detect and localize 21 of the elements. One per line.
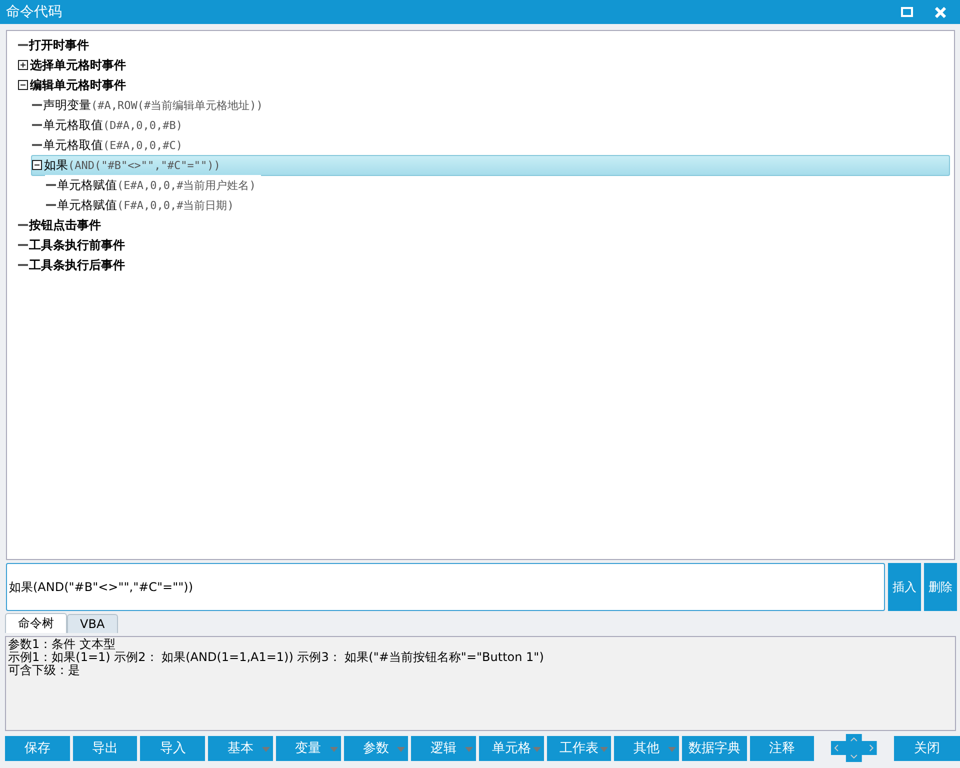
maximize-icon[interactable] bbox=[901, 7, 913, 17]
command-field[interactable]: 如果(AND("#B"<>"","#C"="")) bbox=[6, 563, 885, 611]
window-title: 命令代码 bbox=[6, 3, 62, 21]
caret-icon bbox=[668, 746, 676, 752]
tree-item[interactable]: 如果(AND("#B"<>"","#C"="")) bbox=[31, 154, 950, 176]
tab[interactable]: VBA bbox=[67, 614, 118, 633]
caret-icon bbox=[330, 746, 338, 752]
tab[interactable]: 命令树 bbox=[5, 613, 67, 633]
collapse-icon[interactable] bbox=[32, 160, 43, 170]
close-icon[interactable] bbox=[935, 6, 946, 18]
arrow-pad-icon[interactable] bbox=[831, 734, 878, 762]
caret-icon bbox=[532, 746, 541, 752]
help-text: 参数1：条件 文本型 bbox=[8, 638, 116, 651]
collapse-icon[interactable] bbox=[18, 80, 29, 90]
expand-icon[interactable] bbox=[18, 60, 29, 70]
help-text: 可含下级：是 bbox=[8, 664, 81, 677]
caret-icon bbox=[262, 746, 270, 752]
help-text: 示例1：如果(1=1) 示例2： 如果(AND(1=1,A1=1)) 示例3： 如果("#当前按钮名称"="Button 1") bbox=[8, 651, 545, 664]
caret-icon bbox=[397, 746, 406, 752]
caret-icon bbox=[600, 746, 608, 752]
caret-icon bbox=[464, 746, 473, 752]
